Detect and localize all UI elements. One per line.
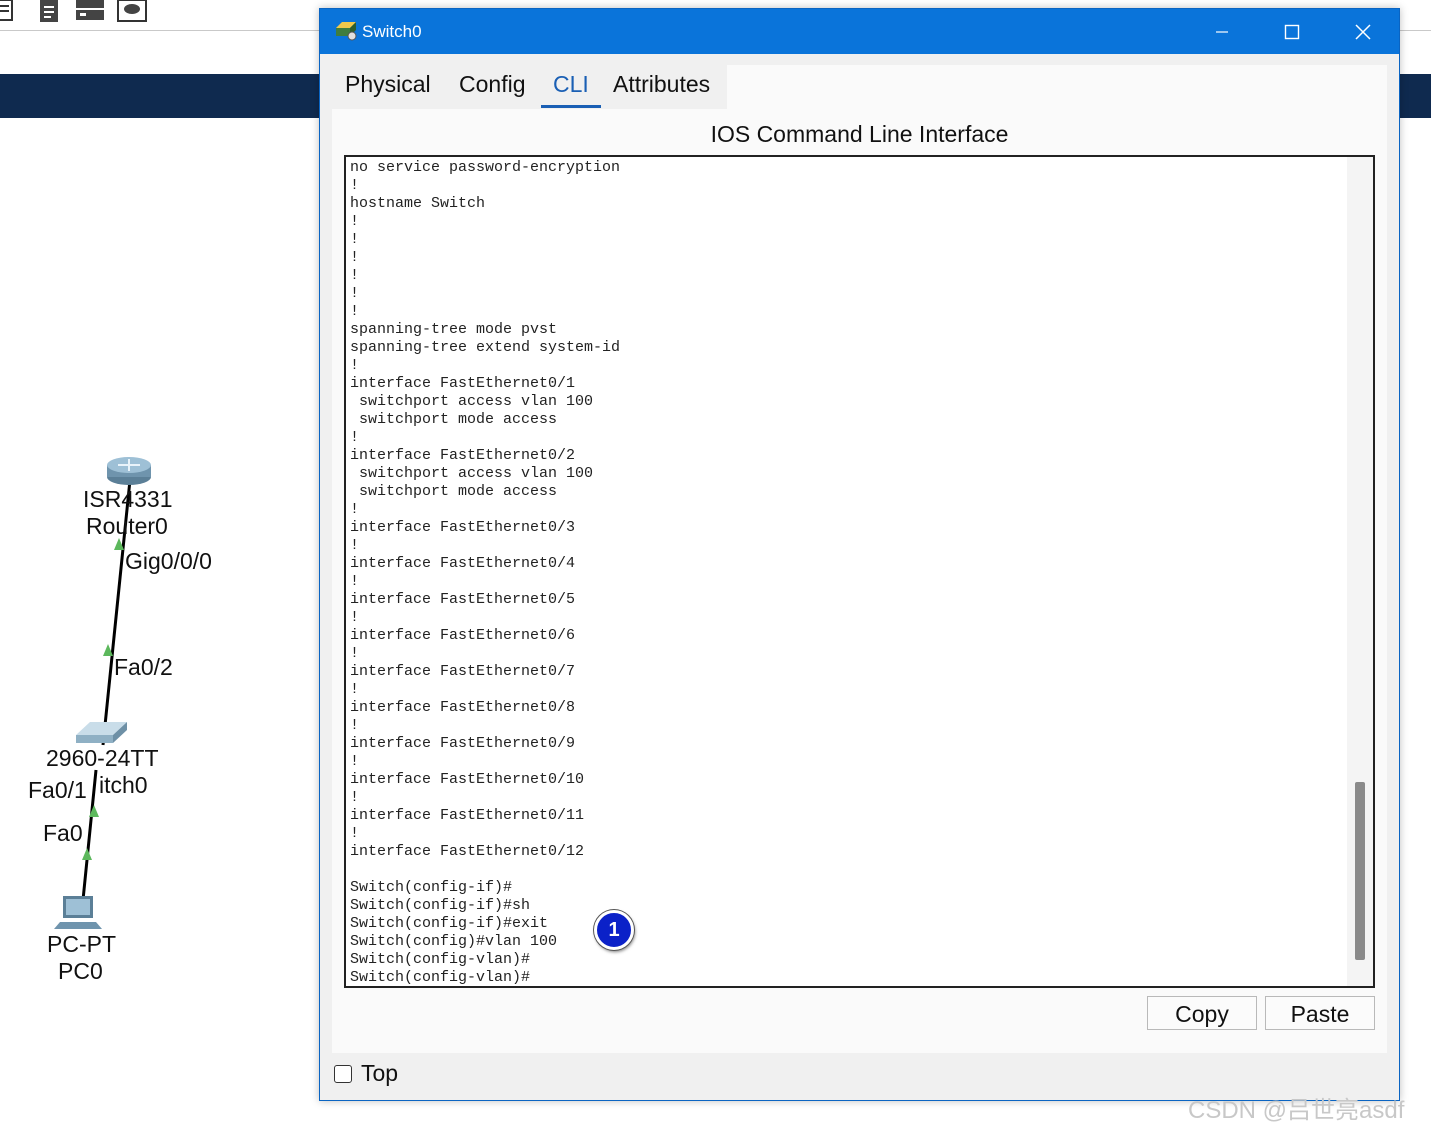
cli-output[interactable]: no service password-encryption ! hostnam… bbox=[350, 159, 620, 986]
tab-config[interactable]: Config bbox=[459, 65, 525, 109]
minimize-button[interactable] bbox=[1187, 9, 1257, 54]
router-port-label: Gig0/0/0 bbox=[125, 548, 212, 574]
minimize-icon bbox=[1216, 31, 1228, 33]
tab-attributes[interactable]: Attributes bbox=[613, 65, 710, 109]
panel-title: IOS Command Line Interface bbox=[710, 121, 1009, 147]
switch-down-port-label: Fa0/1 bbox=[28, 777, 87, 803]
tab-cli[interactable]: CLI bbox=[553, 65, 589, 109]
switch-up-port-label: Fa0/2 bbox=[114, 654, 173, 680]
window-title: Switch0 bbox=[362, 22, 422, 41]
watermark: CSDN @吕世亮asdf bbox=[1188, 1097, 1405, 1124]
link-endpoint-icon bbox=[82, 848, 92, 860]
close-icon bbox=[1355, 24, 1371, 40]
active-tab-indicator bbox=[541, 105, 601, 108]
close-button[interactable] bbox=[1328, 9, 1398, 54]
pc-name-label: PC0 bbox=[58, 958, 103, 984]
switch-name-label: itch0 bbox=[99, 772, 148, 798]
router-model-label: ISR4331 bbox=[83, 486, 173, 512]
switch-icon bbox=[76, 722, 127, 743]
pc-icon bbox=[54, 896, 102, 929]
dialog-client-area: Physical Config CLI Attributes IOS Comma… bbox=[332, 65, 1387, 1053]
switch-app-icon bbox=[336, 22, 357, 41]
cli-console[interactable]: no service password-encryption ! hostnam… bbox=[344, 155, 1375, 988]
tab-physical[interactable]: Physical bbox=[345, 65, 431, 109]
pc-model-label: PC-PT bbox=[47, 931, 116, 957]
router-name-label: Router0 bbox=[86, 513, 168, 539]
cli-scrollbar[interactable] bbox=[1347, 157, 1373, 986]
copy-button[interactable]: Copy bbox=[1147, 996, 1257, 1030]
switch-model-label: 2960-24TT bbox=[46, 745, 159, 771]
switch-dialog: Switch0 Physical Config CLI Attributes I… bbox=[319, 8, 1400, 1101]
pc-port-label: Fa0 bbox=[43, 820, 83, 846]
paste-button[interactable]: Paste bbox=[1265, 996, 1375, 1030]
maximize-button[interactable] bbox=[1257, 9, 1327, 54]
cli-scrollbar-thumb[interactable] bbox=[1355, 782, 1365, 960]
annotation-marker: 1 bbox=[594, 910, 634, 950]
top-checkbox[interactable] bbox=[334, 1065, 352, 1083]
router-icon bbox=[107, 457, 151, 485]
top-checkbox-label: Top bbox=[361, 1060, 399, 1086]
maximize-icon bbox=[1284, 24, 1300, 40]
title-bar[interactable]: Switch0 bbox=[320, 9, 1399, 54]
